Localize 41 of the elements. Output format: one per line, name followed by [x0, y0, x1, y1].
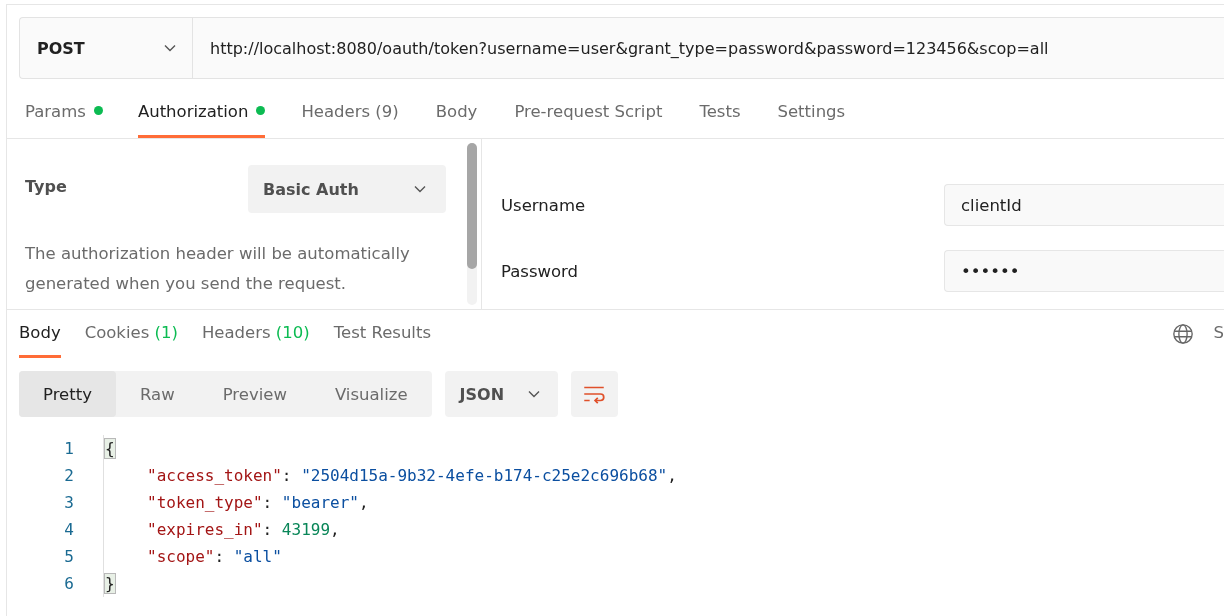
auth-description: The authorization header will be automatically generated when you send the request.: [25, 243, 411, 295]
line-number: 6: [63, 574, 74, 593]
line-number: 1: [63, 439, 74, 458]
scrollbar[interactable]: [467, 143, 477, 305]
line-number: 5: [63, 547, 74, 566]
request-tab[interactable]: Body: [435, 95, 478, 138]
code-line: }: [103, 570, 116, 597]
caret-icon: [414, 185, 426, 193]
code-line: "expires_in": 43199,: [103, 516, 340, 543]
view-mode-tab[interactable]: Raw: [115, 371, 199, 417]
code-line: {: [103, 435, 116, 462]
input-field[interactable]: ••••••: [944, 250, 1224, 292]
request-tab[interactable]: Pre-request Script: [514, 95, 663, 138]
view-mode-tab[interactable]: Pretty: [19, 371, 116, 417]
request-tab[interactable]: Settings: [777, 95, 846, 138]
globe-icon[interactable]: [1171, 323, 1194, 345]
request-tab[interactable]: Tests: [699, 95, 741, 138]
code-line: "token_type": "bearer",: [103, 489, 369, 516]
request-tab[interactable]: Headers (9): [301, 95, 399, 138]
status-text: S: [1213, 322, 1224, 344]
view-mode-tab[interactable]: Visualize: [310, 371, 432, 417]
type-label: Type: [25, 176, 67, 198]
code-line: "scope": "all": [103, 543, 282, 570]
response-tab[interactable]: Body: [19, 310, 61, 358]
caret-icon: [527, 390, 540, 398]
field-label: Username: [501, 195, 586, 215]
format-dropdown[interactable]: JSON: [444, 371, 558, 417]
response-tab[interactable]: Cookies (1): [84, 310, 178, 358]
code-line: "access_token": "2504d15a-9b32-4efe-b174-c25e2c696b68",: [103, 462, 677, 489]
line-number: 2: [63, 466, 74, 485]
line-number: 4: [63, 520, 74, 539]
request-tab[interactable]: Params: [25, 95, 103, 138]
request-tab[interactable]: Authorization: [137, 95, 266, 138]
line-number: 3: [63, 493, 74, 512]
auth-type-dropdown[interactable]: Basic Auth: [248, 165, 446, 213]
wrap-button[interactable]: [570, 371, 618, 417]
input-field[interactable]: clientId: [944, 184, 1224, 226]
field-label: Password: [501, 261, 579, 281]
response-tab[interactable]: Test Results: [333, 310, 432, 358]
view-mode-tab[interactable]: Preview: [198, 371, 311, 417]
response-tab[interactable]: Headers (10): [201, 310, 310, 358]
